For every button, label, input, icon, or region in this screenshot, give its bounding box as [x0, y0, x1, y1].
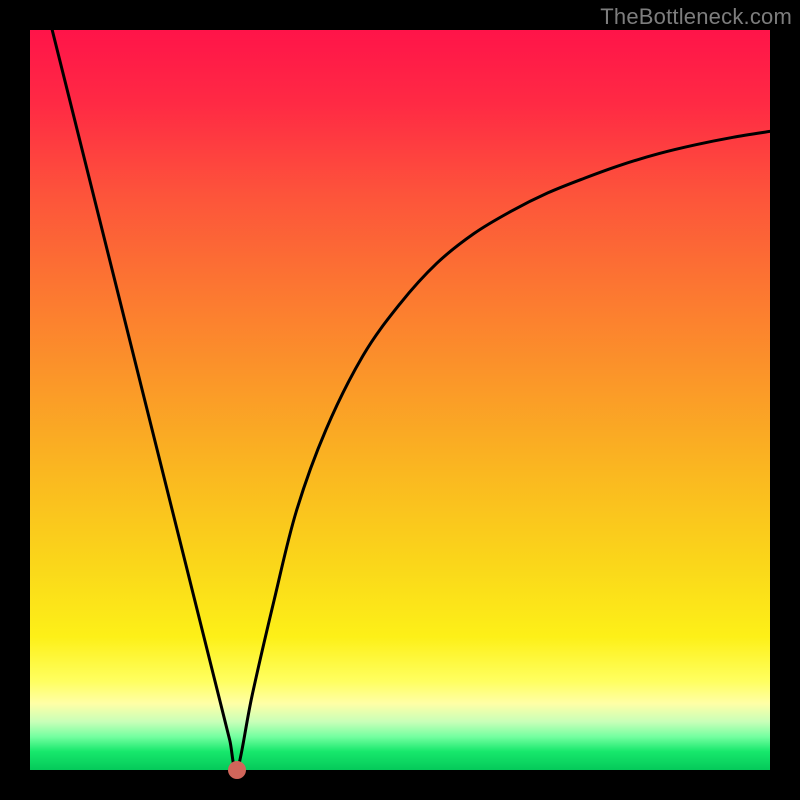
chart-frame: TheBottleneck.com: [0, 0, 800, 800]
bottleneck-curve: [30, 30, 770, 770]
optimal-point-marker: [228, 761, 246, 779]
plot-area: [30, 30, 770, 770]
watermark-text: TheBottleneck.com: [600, 4, 792, 30]
